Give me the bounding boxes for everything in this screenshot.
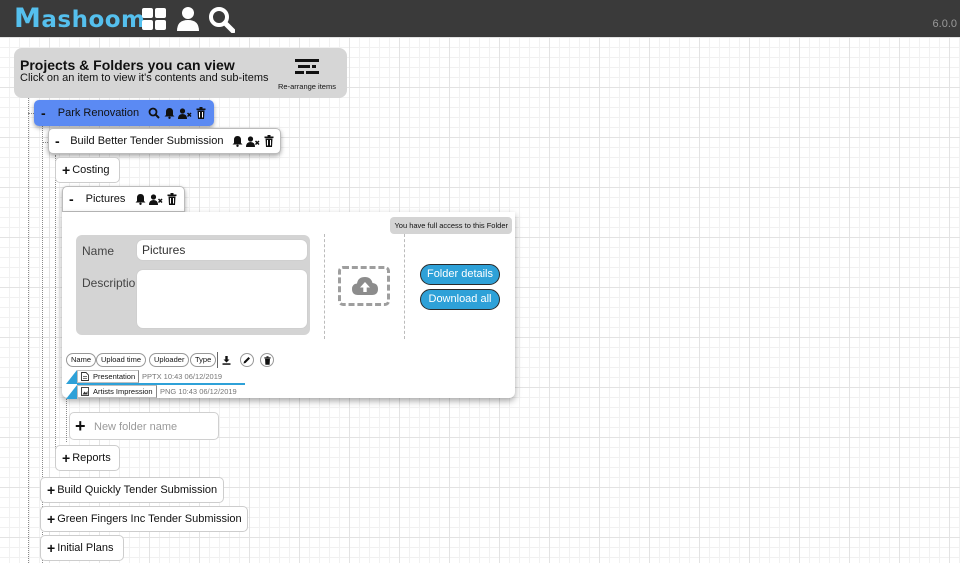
folder-description-input[interactable] [136, 269, 308, 329]
page-title: Projects & Folders you can view [20, 57, 235, 73]
add-folder-icon[interactable]: + [75, 416, 86, 437]
search-icon[interactable] [208, 6, 236, 34]
bell-icon[interactable] [163, 105, 175, 121]
version-label: 6.0.0 [932, 18, 957, 30]
file-name-text: Presentation [93, 372, 136, 381]
bell-icon[interactable] [134, 191, 146, 207]
rearrange-icon [295, 59, 319, 80]
logo[interactable]: Mashoom [14, 5, 146, 34]
description-label: Description [82, 276, 143, 290]
remove-user-icon[interactable] [246, 133, 261, 149]
rearrange-items-button[interactable]: Re-arrange items [274, 53, 340, 93]
upload-dropzone[interactable] [338, 266, 390, 306]
sort-by-upload-time[interactable]: Upload time [96, 353, 147, 367]
collapse-toggle[interactable]: - [41, 106, 54, 120]
user-icon[interactable] [176, 6, 202, 32]
expand-toggle[interactable]: + [47, 483, 55, 497]
divider [404, 234, 405, 339]
collapse-toggle[interactable]: - [55, 134, 66, 148]
projects-header-panel: Projects & Folders you can view Click on… [14, 48, 347, 98]
remove-user-icon[interactable] [178, 105, 192, 121]
image-icon [81, 387, 89, 399]
trash-icon[interactable] [166, 191, 178, 207]
expand-toggle[interactable]: + [47, 541, 55, 555]
expand-toggle[interactable]: + [62, 163, 70, 177]
tree-item-label: Green Fingers Inc Tender Submission [57, 513, 242, 525]
tree-item-label: Initial Plans [57, 542, 114, 554]
file-name: Presentation [77, 370, 140, 384]
selection-marker [66, 370, 77, 384]
trash-icon[interactable] [263, 133, 274, 149]
new-folder-row: + [69, 412, 219, 440]
logo-text: Mashoom [14, 3, 146, 34]
folder-details-button[interactable]: Folder details [420, 264, 500, 285]
folder-details-panel: You have full access to this Folder Name… [62, 212, 515, 400]
file-row[interactable]: Presentation PPTX 10:43 06/12/2019 [66, 370, 246, 385]
name-label: Name [82, 244, 115, 258]
cloud-upload-icon [351, 275, 379, 300]
tree-guide-line [55, 155, 56, 465]
file-meta: PNG 10:43 06/12/2019 [160, 387, 237, 396]
remove-user-icon[interactable] [149, 191, 163, 207]
column-divider [217, 352, 218, 368]
tree-item-build-quickly[interactable]: + Build Quickly Tender Submission [40, 477, 224, 503]
page-subtitle: Click on an item to view it's contents a… [20, 72, 269, 84]
trash-icon[interactable] [260, 353, 274, 367]
divider [324, 234, 325, 339]
tree-item-label: Park Renovation [57, 107, 140, 119]
folder-form: Name Pictures Description [76, 235, 310, 335]
document-icon [81, 372, 89, 384]
access-badge: You have full access to this Folder [390, 217, 512, 234]
tree-item-park-renovation[interactable]: - Park Renovation [34, 100, 214, 126]
selection-marker [66, 385, 77, 399]
edit-icon[interactable] [240, 353, 254, 367]
new-folder-name-input[interactable] [94, 417, 214, 436]
tree-item-green-fingers[interactable]: + Green Fingers Inc Tender Submission [40, 506, 248, 532]
rearrange-label: Re-arrange items [278, 82, 336, 91]
expand-toggle[interactable]: + [47, 512, 55, 526]
file-name: Artists Impression [77, 385, 157, 398]
download-all-button[interactable]: Download all [420, 289, 500, 310]
file-meta: PPTX 10:43 06/12/2019 [142, 372, 223, 381]
tree-item-label: Pictures [85, 193, 126, 205]
search-icon[interactable] [148, 105, 160, 121]
folder-name-input[interactable]: Pictures [136, 239, 308, 261]
tree-item-costing[interactable]: + Costing [55, 157, 120, 183]
tree-item-label: Reports [72, 452, 111, 464]
grid-icon[interactable] [141, 6, 167, 32]
tree-guide-line [28, 98, 29, 563]
file-row[interactable]: Artists Impression PNG 10:43 06/12/2019 [66, 385, 246, 400]
tree-item-initial-plans[interactable]: + Initial Plans [40, 535, 124, 561]
expand-toggle[interactable]: + [62, 451, 70, 465]
trash-icon[interactable] [195, 105, 207, 121]
tree-item-reports[interactable]: + Reports [55, 445, 120, 471]
tree-item-label: Build Quickly Tender Submission [57, 484, 218, 496]
file-name-text: Artists Impression [93, 387, 153, 396]
sort-by-name[interactable]: Name [66, 353, 97, 367]
download-icon[interactable] [220, 353, 233, 367]
tree-item-pictures[interactable]: - Pictures [62, 186, 185, 212]
tree-item-label: Costing [72, 164, 110, 176]
collapse-toggle[interactable]: - [69, 192, 82, 206]
sort-by-type[interactable]: Type [190, 353, 217, 367]
tree-item-build-better[interactable]: - Build Better Tender Submission [48, 128, 281, 154]
tree-item-label: Build Better Tender Submission [70, 135, 224, 147]
bell-icon[interactable] [232, 133, 243, 149]
top-bar: Mashoom 6.0.0 [0, 0, 960, 37]
sort-by-uploader[interactable]: Uploader [149, 353, 190, 367]
